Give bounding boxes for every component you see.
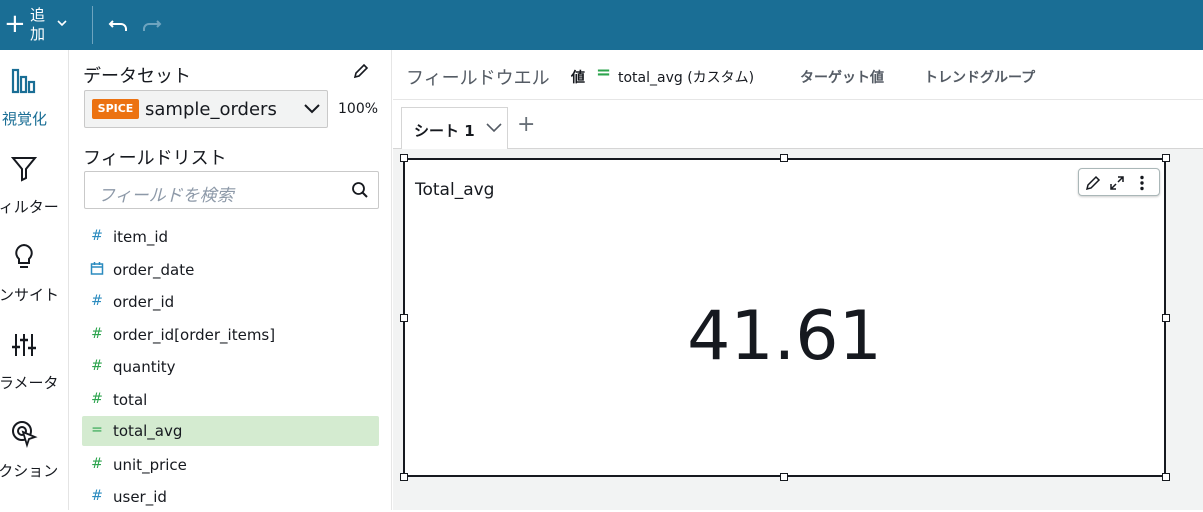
target-cursor-icon (12, 421, 38, 448)
sliders-icon (12, 334, 36, 356)
filter-icon (11, 157, 37, 182)
pencil-icon[interactable] (1085, 175, 1101, 191)
bar-chart-icon (11, 68, 36, 94)
field-item[interactable]: # order_id[order_items] (82, 320, 379, 350)
nav-item-visualize[interactable]: 視覚化 (0, 66, 68, 146)
hash-icon: # (91, 326, 103, 342)
hash-icon: # (91, 456, 103, 472)
undo-icon[interactable] (108, 15, 130, 35)
nav-label-parameters: パラメータ (0, 374, 59, 392)
kpi-value: 41.61 (687, 297, 882, 376)
hash-icon: # (91, 293, 103, 309)
field-item-selected[interactable]: = total_avg (82, 416, 379, 446)
hash-icon: # (91, 488, 103, 504)
hash-icon: # (91, 228, 103, 244)
equals-icon: = (91, 422, 103, 438)
search-icon (352, 182, 368, 198)
nav-item-actions[interactable]: アクション (0, 418, 68, 498)
field-item[interactable]: # item_id (82, 222, 379, 252)
field-item[interactable]: order_date (82, 255, 379, 285)
chevron-down-icon (57, 20, 67, 27)
redo-icon[interactable] (140, 15, 162, 35)
expand-icon[interactable] (1109, 175, 1125, 191)
dataset-selector[interactable]: SPICE sample_orders (84, 90, 328, 128)
dataset-title: データセット (83, 66, 191, 87)
field-well: フィールドウエル 値 = total_avg (カスタム) ターゲット値 トレン… (393, 50, 1203, 100)
chevron-down-icon[interactable] (486, 122, 502, 134)
visual-title: Total_avg (415, 180, 495, 200)
field-search-placeholder: フィールドを検索 (98, 186, 234, 206)
nav-label-filter: フィルター (0, 198, 59, 216)
lightbulb-icon (15, 243, 33, 268)
spice-usage-percent: 100% (338, 101, 379, 117)
resize-handle[interactable] (1162, 314, 1170, 322)
field-item[interactable]: # quantity (82, 352, 379, 382)
nav-label-insights: インサイト (0, 286, 60, 304)
resize-handle[interactable] (400, 154, 408, 162)
analysis-canvas: Total_avg 41.61 (393, 149, 1203, 510)
add-button[interactable]: + 追加 (0, 0, 80, 50)
field-name: order_id (113, 293, 175, 311)
resize-handle[interactable] (400, 473, 408, 481)
field-name: user_id (113, 488, 167, 506)
tab-sheet-1[interactable]: シート 1 (401, 107, 508, 149)
resize-handle[interactable] (1162, 473, 1170, 481)
plus-icon: + (4, 9, 26, 39)
hash-icon: # (91, 358, 103, 374)
field-item[interactable]: # user_id (82, 482, 379, 512)
target-value-well[interactable]: ターゲット値 (800, 67, 884, 87)
toolbar-divider (92, 6, 93, 44)
nav-item-parameters[interactable]: パラメータ (0, 330, 68, 410)
dataset-name: sample_orders (145, 99, 277, 120)
equals-icon: = (596, 62, 612, 83)
nav-label-actions: アクション (0, 462, 59, 480)
chevron-down-icon (304, 104, 320, 114)
add-sheet-icon[interactable]: + (517, 114, 535, 136)
hash-icon: # (91, 391, 103, 407)
nav-item-filter[interactable]: フィルター (0, 154, 68, 234)
field-name: item_id (113, 228, 169, 246)
top-toolbar: + 追加 (0, 0, 1203, 50)
value-well-label: 値 (571, 70, 585, 86)
field-well-title: フィールドウエル (406, 68, 550, 89)
field-name: quantity (113, 358, 176, 376)
resize-handle[interactable] (780, 154, 788, 162)
visual-menu-toolbar (1078, 168, 1160, 196)
data-panel: データセット SPICE sample_orders 100% フィールドリスト… (70, 50, 392, 510)
field-name: order_date (113, 261, 195, 279)
field-name: order_id[order_items] (113, 326, 276, 344)
resize-handle[interactable] (1162, 154, 1170, 162)
nav-label-visualize: 視覚化 (2, 110, 48, 128)
trend-group-well[interactable]: トレンドグループ (924, 67, 1035, 87)
sheet-tab-label: シート 1 (414, 122, 475, 140)
field-list-title: フィールドリスト (83, 148, 227, 169)
pencil-icon[interactable] (352, 62, 370, 80)
field-item[interactable]: # order_id (82, 287, 379, 317)
field-item[interactable]: # total (82, 385, 379, 415)
spice-badge: SPICE (92, 99, 139, 119)
resize-handle[interactable] (780, 473, 788, 481)
left-navigation: 視覚化 フィルター インサイト パラメータ アクション (0, 50, 69, 510)
value-well-field[interactable]: total_avg (カスタム) (618, 67, 754, 87)
field-name: total_avg (113, 422, 183, 440)
field-name: total (113, 391, 148, 409)
field-name: unit_price (113, 456, 187, 474)
more-options-icon[interactable] (1137, 175, 1147, 191)
nav-item-insights[interactable]: インサイト (0, 242, 68, 322)
calendar-icon (90, 262, 104, 275)
kpi-visual[interactable]: Total_avg 41.61 (403, 158, 1166, 477)
sheet-tab-bar: シート 1 + (393, 101, 1203, 149)
field-search-input[interactable]: フィールドを検索 (84, 171, 379, 209)
resize-handle[interactable] (400, 314, 408, 322)
add-label: 追加 (30, 6, 46, 43)
field-item[interactable]: # unit_price (82, 450, 379, 480)
